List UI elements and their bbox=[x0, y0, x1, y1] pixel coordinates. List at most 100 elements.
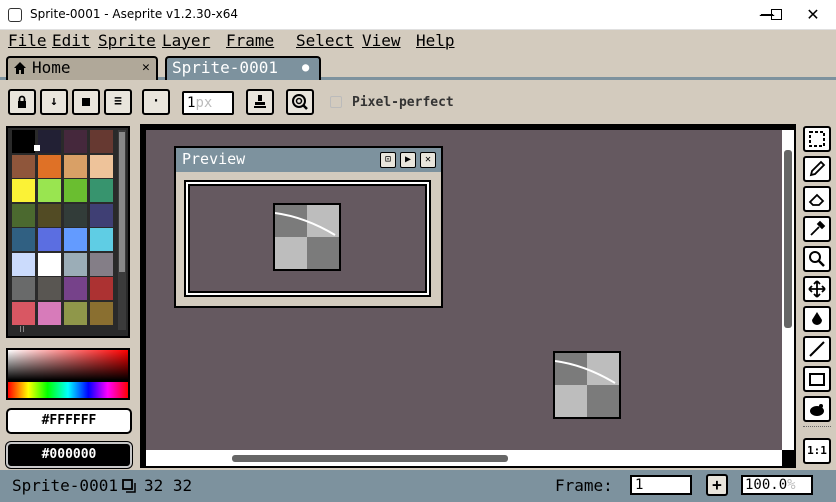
palette-swatch[interactable] bbox=[38, 277, 61, 300]
pixel-perfect-checkbox[interactable] bbox=[330, 96, 342, 108]
palette-swatch[interactable] bbox=[64, 277, 87, 300]
palette-swatch[interactable] bbox=[90, 203, 113, 227]
status-sprite-name: Sprite-0001 bbox=[12, 476, 118, 495]
palette-swatch[interactable] bbox=[38, 252, 61, 276]
eyedropper-icon[interactable] bbox=[803, 216, 831, 242]
lock-icon[interactable] bbox=[8, 89, 36, 115]
symmetry-icon[interactable] bbox=[286, 89, 314, 115]
close-window-button[interactable]: ✕ bbox=[790, 0, 836, 30]
lines-brush-icon[interactable]: ≡ bbox=[104, 89, 132, 115]
menu-edit[interactable]: Edit bbox=[52, 31, 91, 50]
eraser-icon[interactable] bbox=[803, 186, 831, 212]
line-icon[interactable] bbox=[803, 336, 831, 362]
palette-swatch[interactable] bbox=[64, 301, 87, 325]
tab-home-close-icon[interactable]: ✕ bbox=[142, 60, 150, 75]
palette-swatch[interactable] bbox=[64, 154, 87, 178]
palette-swatch[interactable] bbox=[38, 179, 61, 202]
palette-swatch[interactable] bbox=[38, 228, 61, 251]
preview-center-icon[interactable]: ⊡ bbox=[380, 152, 396, 168]
palette-swatch[interactable] bbox=[38, 301, 61, 325]
preview-play-icon[interactable]: ▶ bbox=[400, 152, 416, 168]
palette-swatch[interactable] bbox=[90, 277, 113, 300]
tools-separator bbox=[803, 426, 831, 434]
brush-size-unit: px bbox=[195, 95, 213, 111]
zoom-icon[interactable] bbox=[803, 246, 831, 272]
palette-swatch[interactable] bbox=[12, 228, 35, 251]
pixel-perfect-label: Pixel-perfect bbox=[352, 95, 454, 110]
dot-brush-icon[interactable]: · bbox=[142, 89, 170, 115]
background-color-value: 000000 bbox=[49, 447, 97, 462]
tab-sprite-label: Sprite-0001 bbox=[172, 58, 278, 77]
palette-swatch[interactable] bbox=[64, 228, 87, 251]
menu-sprite[interactable]: Sprite bbox=[98, 31, 156, 50]
paint-bucket-icon[interactable] bbox=[803, 306, 831, 332]
pencil-icon[interactable] bbox=[803, 156, 831, 182]
foreground-color-value: FFFFFF bbox=[49, 413, 97, 428]
palette-swatch[interactable] bbox=[12, 301, 35, 325]
aseprite-app-icon bbox=[8, 8, 22, 22]
window-title: Sprite-0001 - Aseprite v1.2.30-x64 bbox=[30, 7, 239, 21]
palette-swatch[interactable] bbox=[90, 179, 113, 202]
one-to-one-zoom-icon[interactable]: 1:1 bbox=[803, 438, 831, 464]
palette-swatch[interactable] bbox=[38, 154, 61, 178]
palette-swatches bbox=[12, 130, 116, 326]
palette-swatch[interactable] bbox=[38, 203, 61, 227]
preview-close-icon[interactable]: ✕ bbox=[420, 152, 436, 168]
palette-swatch[interactable] bbox=[90, 154, 113, 178]
palette-swatch[interactable] bbox=[64, 130, 87, 153]
square-brush-icon[interactable] bbox=[72, 89, 100, 115]
palette-swatch[interactable] bbox=[12, 179, 35, 202]
sprite-image[interactable] bbox=[553, 351, 621, 419]
palette-swatch[interactable] bbox=[64, 203, 87, 227]
rectangular-marquee-icon[interactable] bbox=[803, 126, 831, 152]
maximize-button[interactable] bbox=[744, 0, 790, 30]
palette-swatch[interactable] bbox=[64, 252, 87, 276]
menu-frame[interactable]: Frame bbox=[226, 31, 274, 50]
palette-swatch[interactable] bbox=[90, 252, 113, 276]
palette-resize-handle[interactable] bbox=[20, 326, 24, 332]
maximize-icon bbox=[771, 9, 782, 20]
canvas-size-icon bbox=[122, 478, 136, 493]
menu-select[interactable]: Select bbox=[296, 31, 354, 50]
palette-swatch[interactable] bbox=[90, 130, 113, 153]
blur-icon[interactable] bbox=[803, 396, 831, 422]
palette-swatch[interactable] bbox=[12, 277, 35, 300]
preview-title: Preview bbox=[182, 150, 246, 168]
unsaved-dot-icon[interactable]: ● bbox=[302, 60, 309, 74]
ink-stamp-icon[interactable] bbox=[246, 89, 274, 115]
rectangle-icon[interactable] bbox=[803, 366, 831, 392]
menu-help[interactable]: Help bbox=[416, 31, 455, 50]
palette-swatch[interactable] bbox=[12, 130, 35, 153]
palette-swatch[interactable] bbox=[64, 179, 87, 202]
zoom-value: 100.0 bbox=[745, 477, 788, 493]
status-sprite-size: 32 32 bbox=[144, 476, 193, 495]
add-frame-button[interactable]: + bbox=[706, 474, 728, 496]
status-frame-label: Frame: bbox=[555, 476, 613, 495]
arrow-down-icon[interactable]: ↓ bbox=[40, 89, 68, 115]
foreground-color-button[interactable]: #FFFFFF#FFFFFF bbox=[6, 408, 132, 434]
background-color-button[interactable]: #000000#000000 bbox=[6, 442, 132, 468]
menu-layer[interactable]: Layer bbox=[162, 31, 210, 50]
palette-swatch[interactable] bbox=[12, 252, 35, 276]
menu-file[interactable]: File bbox=[8, 31, 47, 50]
brush-size-input[interactable]: 1px bbox=[182, 91, 234, 115]
canvas-vertical-scrollbar-thumb[interactable] bbox=[784, 150, 792, 328]
palette-swatch[interactable] bbox=[90, 228, 113, 251]
background-color-label: #000000 bbox=[41, 447, 97, 462]
zoom-input[interactable]: 100.0% bbox=[741, 475, 813, 495]
palette-swatch[interactable] bbox=[38, 130, 61, 153]
palette-swatch[interactable] bbox=[12, 154, 35, 178]
menu-view[interactable]: View bbox=[362, 31, 401, 50]
palette-scrollbar-thumb[interactable] bbox=[119, 132, 125, 272]
selected-swatch-marker bbox=[34, 145, 40, 151]
zoom-unit: % bbox=[787, 477, 796, 493]
palette-swatch[interactable] bbox=[90, 301, 113, 325]
frame-input[interactable]: 1 bbox=[630, 475, 692, 495]
foreground-color-label: #FFFFFF bbox=[41, 413, 97, 428]
tab-home[interactable] bbox=[6, 56, 158, 80]
move-icon[interactable] bbox=[803, 276, 831, 302]
palette-swatch[interactable] bbox=[12, 203, 35, 227]
home-icon bbox=[13, 60, 27, 74]
canvas-horizontal-scrollbar-thumb[interactable] bbox=[232, 455, 508, 462]
color-spectrum[interactable] bbox=[6, 348, 130, 400]
